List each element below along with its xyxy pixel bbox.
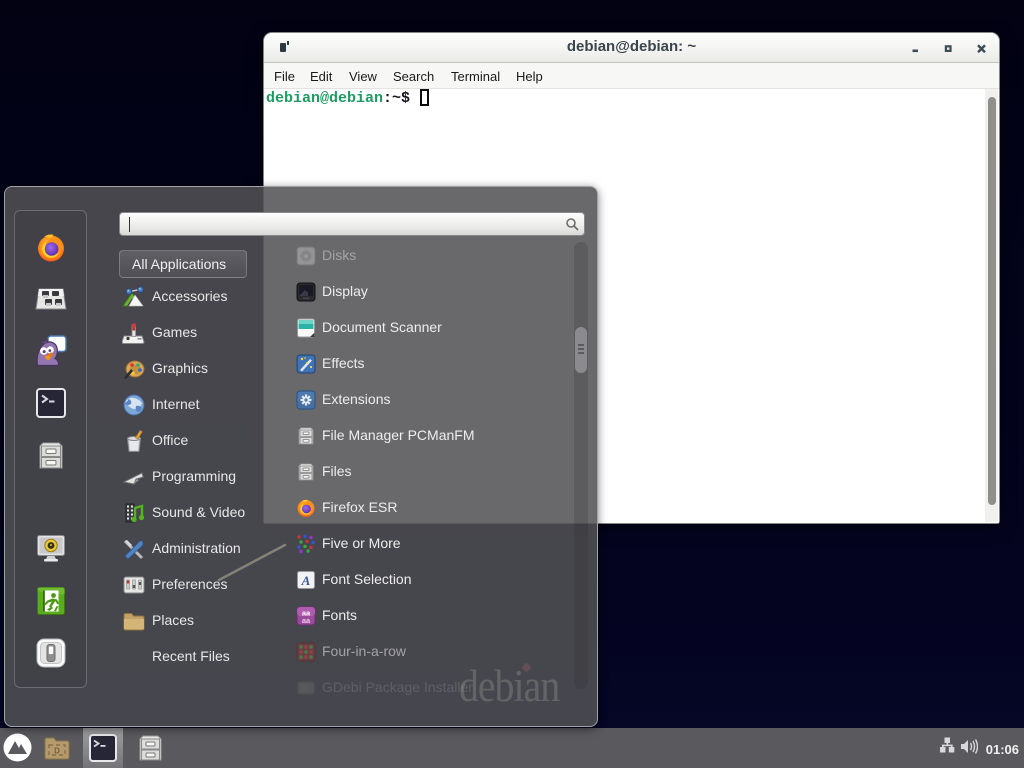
svg-text:A: A (301, 573, 311, 588)
svg-text:aa: aa (302, 616, 311, 625)
svg-text:D: D (54, 747, 60, 756)
